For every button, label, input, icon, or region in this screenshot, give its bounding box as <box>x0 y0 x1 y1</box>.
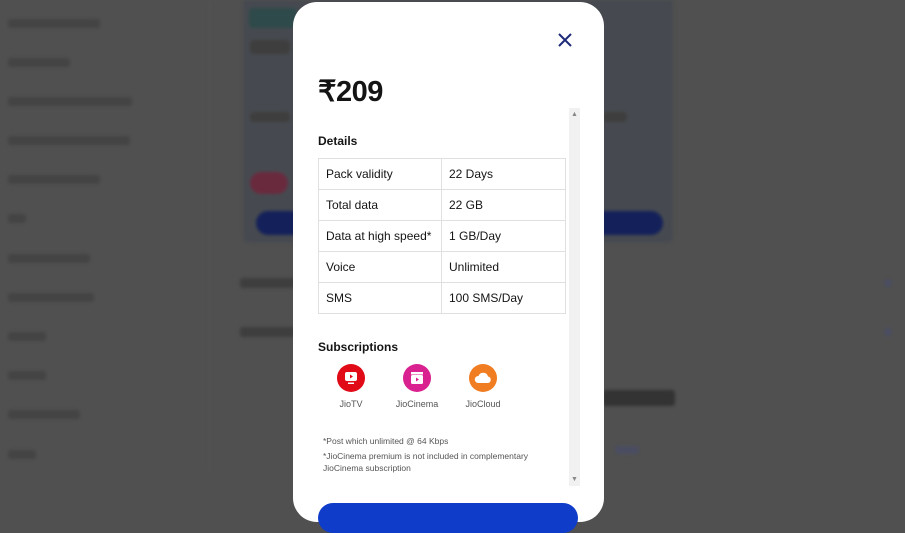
subscriptions-list: JioTV JioCinema JioCloud <box>318 364 516 409</box>
cloud-icon <box>469 364 497 392</box>
table-row: Data at high speed* 1 GB/Day <box>318 220 566 252</box>
footnote: *Post which unlimited @ 64 Kbps <box>323 436 449 446</box>
recharge-button[interactable] <box>318 503 578 533</box>
table-row: SMS 100 SMS/Day <box>318 282 566 314</box>
table-row: Voice Unlimited <box>318 251 566 283</box>
subscriptions-heading: Subscriptions <box>318 340 399 354</box>
details-table: Pack validity 22 Days Total data 22 GB Data … <box>318 158 566 314</box>
plan-price: ₹209 <box>318 76 383 108</box>
detail-label: Total data <box>318 189 442 221</box>
detail-label: Voice <box>318 251 442 283</box>
close-icon <box>558 33 572 47</box>
subscription-jiotv: JioTV <box>318 364 384 409</box>
subscription-name: JioTV <box>339 399 363 409</box>
scrollbar[interactable]: ▲ ▼ <box>569 108 580 486</box>
detail-value: 22 GB <box>441 189 566 221</box>
table-row: Pack validity 22 Days <box>318 158 566 190</box>
detail-label: SMS <box>318 282 442 314</box>
subscription-jiocinema: JioCinema <box>384 364 450 409</box>
table-row: Total data 22 GB <box>318 189 566 221</box>
sidebar-menu <box>0 0 210 473</box>
subscription-name: JioCloud <box>465 399 501 409</box>
details-heading: Details <box>318 134 358 148</box>
detail-label: Data at high speed* <box>318 220 442 252</box>
subscription-name: JioCinema <box>395 399 439 409</box>
detail-label: Pack validity <box>318 158 442 190</box>
subscription-jiocloud: JioCloud <box>450 364 516 409</box>
details-scroll-area[interactable]: Details Pack validity 22 Days Total data 22… <box>318 108 580 486</box>
close-button[interactable] <box>555 30 575 50</box>
plan-details-modal: ₹209 Details Pack validity 22 Days Total d… <box>293 2 604 533</box>
clapperboard-icon <box>403 364 431 392</box>
detail-value: 1 GB/Day <box>441 220 566 252</box>
detail-value: 100 SMS/Day <box>441 282 566 314</box>
tv-icon <box>337 364 365 392</box>
detail-value: 22 Days <box>441 158 566 190</box>
detail-value: Unlimited <box>441 251 566 283</box>
footnote: *JioCinema premium is not included in co… <box>323 451 529 473</box>
